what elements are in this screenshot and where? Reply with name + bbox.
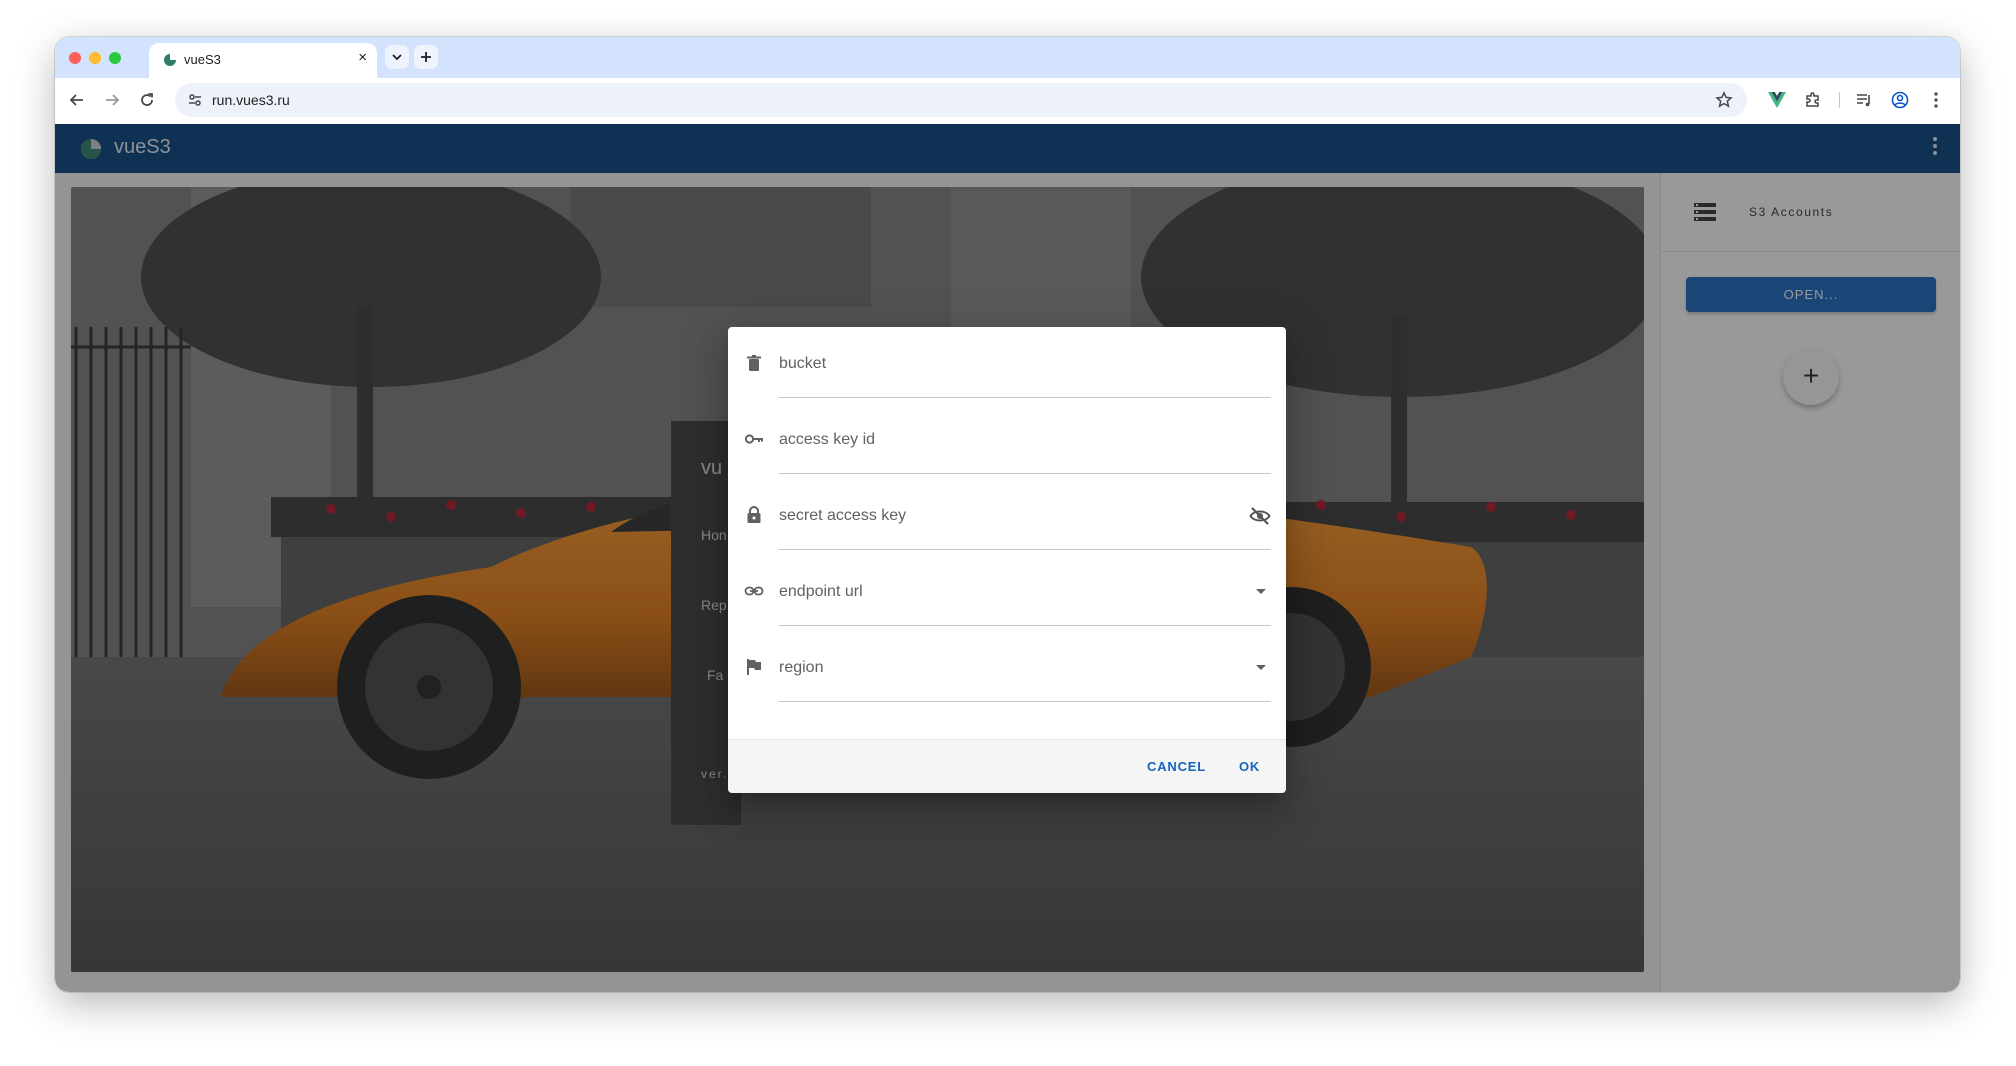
browser-menu-button[interactable] (1924, 88, 1948, 112)
new-tab-button[interactable] (414, 45, 438, 69)
link-icon (744, 586, 764, 596)
media-controls-button[interactable] (1852, 88, 1876, 112)
back-button[interactable] (65, 88, 89, 112)
access-key-id-field[interactable]: access key id (744, 403, 1271, 474)
site-settings-icon[interactable] (187, 92, 203, 108)
ok-button[interactable]: OK (1239, 759, 1260, 774)
region-field[interactable]: region (744, 631, 1271, 702)
bucket-label: bucket (779, 355, 827, 372)
secret-access-key-label: secret access key (779, 507, 907, 524)
dialog-actions: CANCEL OK (728, 739, 1286, 793)
bucket-field[interactable]: bucket (744, 327, 1271, 398)
secret-access-key-field[interactable]: secret access key (744, 479, 1271, 550)
browser-window: vueS3 × run.vues3.ru vueS3 vu Hon Rep Fa… (55, 37, 1960, 992)
minimize-window-button[interactable] (89, 52, 101, 64)
arrow-right-icon (106, 94, 120, 106)
field-underline (779, 473, 1271, 474)
profile-button[interactable] (1888, 88, 1912, 112)
flag-icon (747, 659, 761, 675)
endpoint-url-field[interactable]: endpoint url (744, 555, 1271, 626)
cancel-button[interactable]: CANCEL (1147, 759, 1206, 774)
queue-music-icon (1857, 94, 1870, 107)
lock-icon (747, 506, 761, 523)
chevron-down-icon (392, 54, 402, 61)
address-bar[interactable]: run.vues3.ru (175, 83, 1747, 117)
eye-off-icon[interactable] (1249, 505, 1271, 527)
key-icon (744, 434, 763, 444)
reload-button[interactable] (135, 88, 159, 112)
browser-tab[interactable]: vueS3 × (149, 43, 377, 78)
dropdown-arrow-icon[interactable] (1256, 665, 1266, 670)
field-underline (779, 549, 1271, 550)
vue-devtools-extension-button[interactable] (1765, 88, 1789, 112)
browser-toolbar: run.vues3.ru (55, 78, 1960, 122)
more-vert-icon (1934, 92, 1938, 108)
arrow-left-icon (69, 94, 83, 106)
plus-icon (421, 52, 431, 62)
region-label: region (779, 659, 824, 676)
puzzle-icon (1806, 92, 1819, 107)
vue-logo-icon (1768, 92, 1786, 108)
vues3-favicon-icon (164, 54, 176, 66)
tab-title: vueS3 (184, 52, 221, 67)
extensions-button[interactable] (1801, 88, 1825, 112)
reload-icon (141, 93, 153, 106)
field-underline (779, 397, 1271, 398)
tab-strip: vueS3 × (55, 37, 1960, 78)
bookmark-star-icon[interactable] (1715, 91, 1733, 109)
trash-icon (747, 355, 761, 371)
tab-search-button[interactable] (385, 45, 409, 69)
toolbar-divider (1839, 92, 1840, 108)
close-window-button[interactable] (69, 52, 81, 64)
dropdown-arrow-icon[interactable] (1256, 589, 1266, 594)
tab-close-icon[interactable]: × (358, 49, 367, 66)
url-text: run.vues3.ru (212, 92, 290, 108)
endpoint-url-label: endpoint url (779, 583, 863, 600)
access-key-id-label: access key id (779, 431, 876, 448)
zoom-window-button[interactable] (109, 52, 121, 64)
s3-account-dialog: bucket access key id secret access key e… (728, 327, 1286, 793)
forward-button[interactable] (100, 88, 124, 112)
field-underline (779, 625, 1271, 626)
field-underline (779, 701, 1271, 702)
account-circle-icon (1891, 91, 1909, 109)
